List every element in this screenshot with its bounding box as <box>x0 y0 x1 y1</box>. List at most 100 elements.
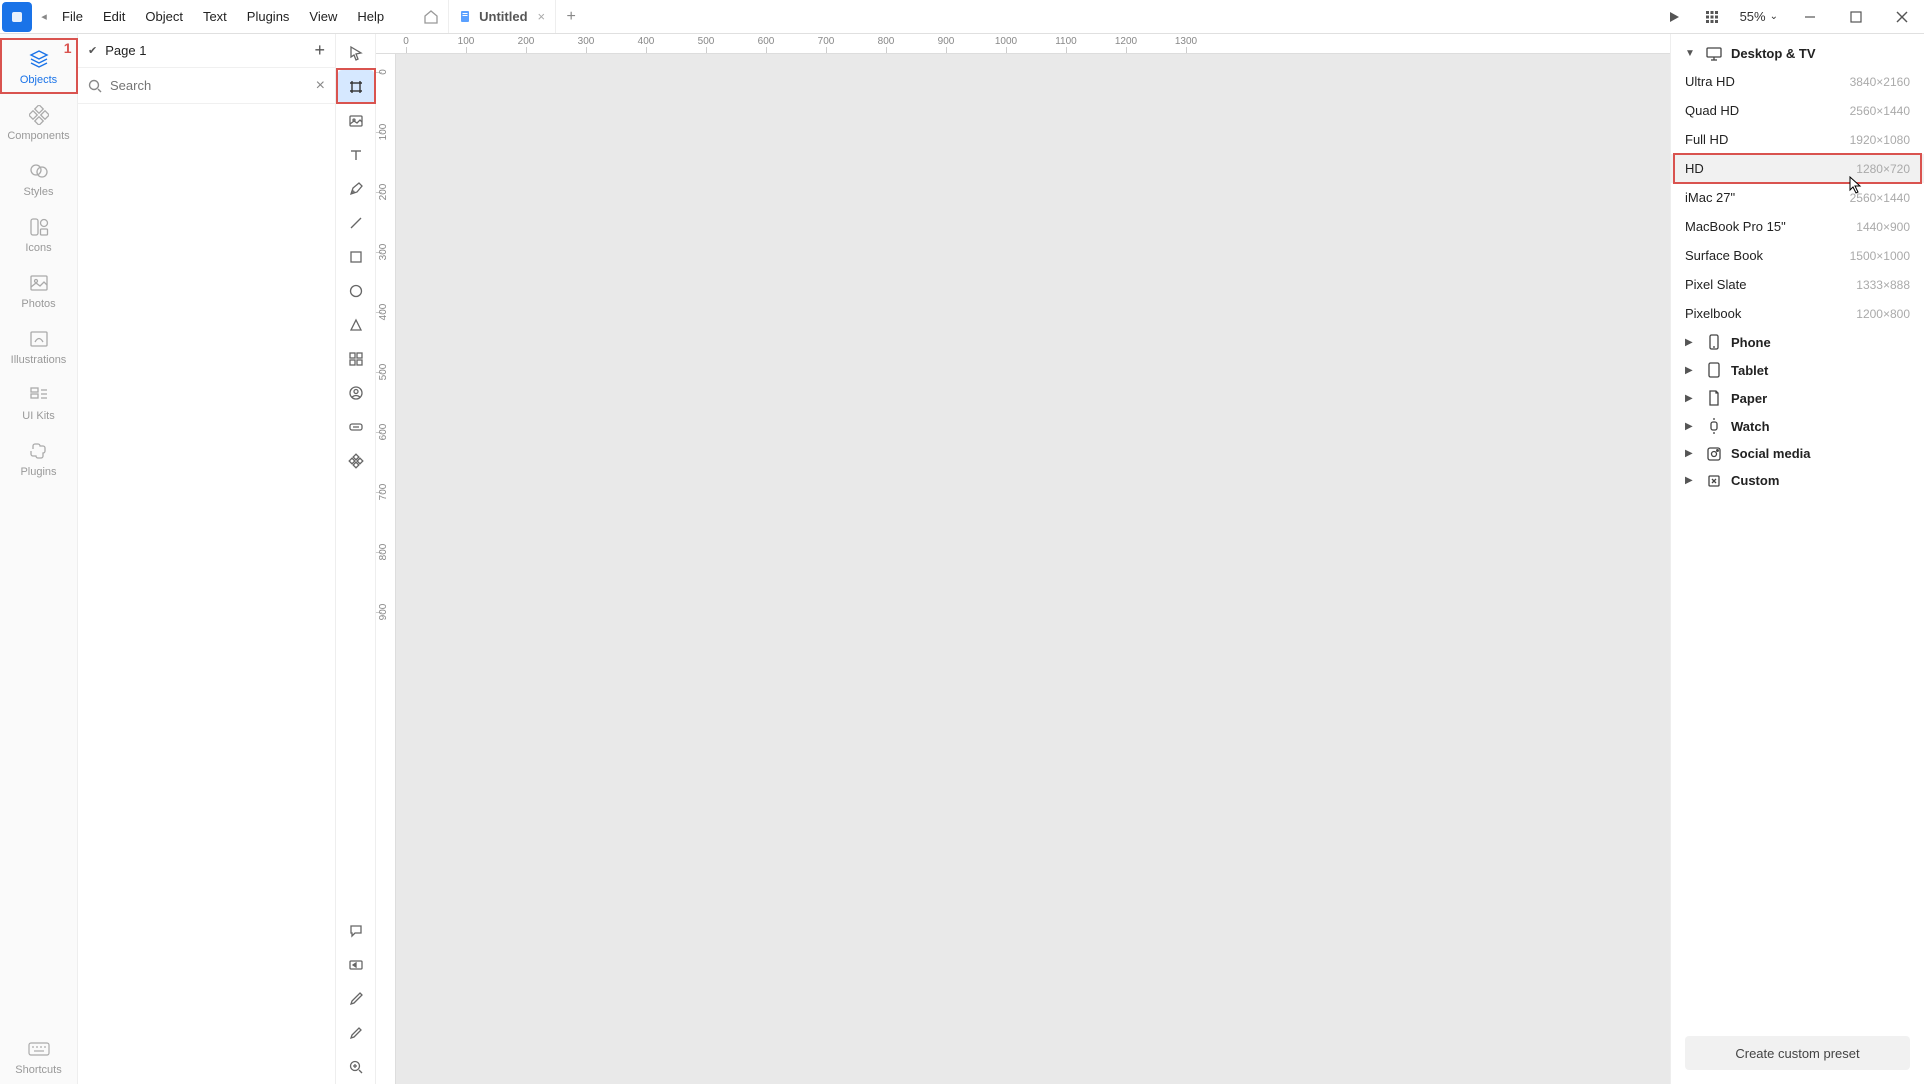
menu-file[interactable]: File <box>52 0 93 33</box>
tab-close-icon[interactable]: × <box>538 9 546 24</box>
category-label: Social media <box>1731 446 1810 461</box>
new-tab-button[interactable]: + <box>556 8 586 26</box>
menu-view[interactable]: View <box>299 0 347 33</box>
preset-pixel-slate[interactable]: Pixel Slate 1333×888 <box>1671 270 1924 299</box>
page-row[interactable]: ✔ Page 1 + <box>78 34 335 68</box>
create-custom-preset-button[interactable]: Create custom preset <box>1685 1036 1910 1070</box>
grid-icon[interactable] <box>1694 0 1730 34</box>
menu-edit[interactable]: Edit <box>93 0 135 33</box>
plugins-icon <box>28 440 50 462</box>
grid-tool[interactable] <box>338 342 374 376</box>
clear-search-icon[interactable]: × <box>316 77 325 95</box>
category-label: Custom <box>1731 473 1779 488</box>
window-minimize-button[interactable] <box>1788 0 1832 34</box>
line-tool[interactable] <box>338 206 374 240</box>
artboard-tool[interactable] <box>338 70 374 104</box>
play-icon[interactable] <box>1656 0 1692 34</box>
button-tool[interactable] <box>338 410 374 444</box>
zoom-tool[interactable] <box>338 1050 374 1084</box>
menu-text[interactable]: Text <box>193 0 237 33</box>
canvas-area: 0100200300400500600700800900100011001200… <box>376 34 1670 1084</box>
preset-name: Ultra HD <box>1685 74 1850 89</box>
rail-label: Shortcuts <box>15 1064 61 1076</box>
rail-label: Icons <box>25 242 51 254</box>
search-icon[interactable] <box>88 79 102 93</box>
preset-dim: 1200×800 <box>1856 307 1910 321</box>
menu-object[interactable]: Object <box>135 0 193 33</box>
keyboard-icon <box>28 1038 50 1060</box>
caret-right-icon: ▶ <box>1685 393 1697 404</box>
category-label: Desktop & TV <box>1731 46 1816 61</box>
back-caret-icon[interactable]: ◂ <box>36 10 52 23</box>
category-desktop[interactable]: ▼ Desktop & TV <box>1671 40 1924 67</box>
preset-macbook-pro-15[interactable]: MacBook Pro 15" 1440×900 <box>1671 212 1924 241</box>
app-logo[interactable] <box>2 2 32 32</box>
rail-label: Objects <box>20 74 57 86</box>
rail-uikits[interactable]: UI Kits <box>0 374 78 430</box>
component-tool[interactable] <box>338 444 374 478</box>
pen-tool[interactable] <box>338 172 374 206</box>
add-page-button[interactable]: + <box>314 40 325 61</box>
preset-surface-book[interactable]: Surface Book 1500×1000 <box>1671 241 1924 270</box>
document-tab[interactable]: Untitled × <box>448 0 556 33</box>
rail-illustrations[interactable]: Illustrations <box>0 318 78 374</box>
category-label: Phone <box>1731 335 1771 350</box>
preset-dim: 1440×900 <box>1856 220 1910 234</box>
rail-objects[interactable]: 1 Objects <box>0 38 78 94</box>
left-panel: ✔ Page 1 + × <box>78 34 336 1084</box>
canvas[interactable] <box>396 54 1670 1084</box>
text-tool[interactable] <box>338 138 374 172</box>
preset-imac-27[interactable]: iMac 27" 2560×1440 <box>1671 183 1924 212</box>
caret-right-icon: ▶ <box>1685 448 1697 459</box>
preset-dim: 1333×888 <box>1856 278 1910 292</box>
menu-help[interactable]: Help <box>347 0 394 33</box>
preset-name: Quad HD <box>1685 103 1850 118</box>
eyedropper-tool[interactable] <box>338 982 374 1016</box>
rail-shortcuts[interactable]: Shortcuts <box>0 1028 78 1084</box>
home-icon[interactable] <box>414 9 448 25</box>
rectangle-tool[interactable] <box>338 240 374 274</box>
rail-components[interactable]: Components <box>0 94 78 150</box>
category-label: Tablet <box>1731 363 1768 378</box>
category-tablet[interactable]: ▶ Tablet <box>1671 356 1924 384</box>
category-custom[interactable]: ▶ Custom <box>1671 467 1924 494</box>
window-close-button[interactable] <box>1880 0 1924 34</box>
search-input[interactable] <box>110 78 316 93</box>
comment-tool[interactable] <box>338 914 374 948</box>
preset-quad-hd[interactable]: Quad HD 2560×1440 <box>1671 96 1924 125</box>
category-paper[interactable]: ▶ Paper <box>1671 384 1924 412</box>
page-name: Page 1 <box>105 43 314 58</box>
zoom-value: 55% <box>1740 9 1766 24</box>
phone-icon <box>1705 334 1723 350</box>
category-watch[interactable]: ▶ Watch <box>1671 412 1924 440</box>
preset-pixelbook[interactable]: Pixelbook 1200×800 <box>1671 299 1924 328</box>
category-social-media[interactable]: ▶ Social media <box>1671 440 1924 467</box>
page-expand-icon[interactable]: ✔ <box>88 44 97 57</box>
window-maximize-button[interactable] <box>1834 0 1878 34</box>
ruler-vertical: 0100200300400500600700800900 <box>376 54 396 1084</box>
uikits-icon <box>28 384 50 406</box>
rail-label: Illustrations <box>11 354 67 366</box>
left-rail: 1 Objects Components Styles <box>0 34 78 1084</box>
preset-full-hd[interactable]: Full HD 1920×1080 <box>1671 125 1924 154</box>
select-tool[interactable] <box>338 36 374 70</box>
hotspot-tool[interactable] <box>338 948 374 982</box>
rail-plugins[interactable]: Plugins <box>0 430 78 486</box>
preset-name: Full HD <box>1685 132 1850 147</box>
image-tool[interactable] <box>338 104 374 138</box>
preset-ultra-hd[interactable]: Ultra HD 3840×2160 <box>1671 67 1924 96</box>
rail-photos[interactable]: Photos <box>0 262 78 318</box>
preset-name: Surface Book <box>1685 248 1850 263</box>
rail-icons[interactable]: Icons <box>0 206 78 262</box>
rail-styles[interactable]: Styles <box>0 150 78 206</box>
paper-icon <box>1705 390 1723 406</box>
category-phone[interactable]: ▶ Phone <box>1671 328 1924 356</box>
ellipse-tool[interactable] <box>338 274 374 308</box>
polygon-tool[interactable] <box>338 308 374 342</box>
ruler-horizontal: 0100200300400500600700800900100011001200… <box>376 34 1670 54</box>
preset-hd[interactable]: HD 1280×720 <box>1671 154 1924 183</box>
avatar-tool[interactable] <box>338 376 374 410</box>
zoom-dropdown[interactable]: 55% ⌄ <box>1732 9 1786 24</box>
pencil-tool[interactable] <box>338 1016 374 1050</box>
menu-plugins[interactable]: Plugins <box>237 0 300 33</box>
